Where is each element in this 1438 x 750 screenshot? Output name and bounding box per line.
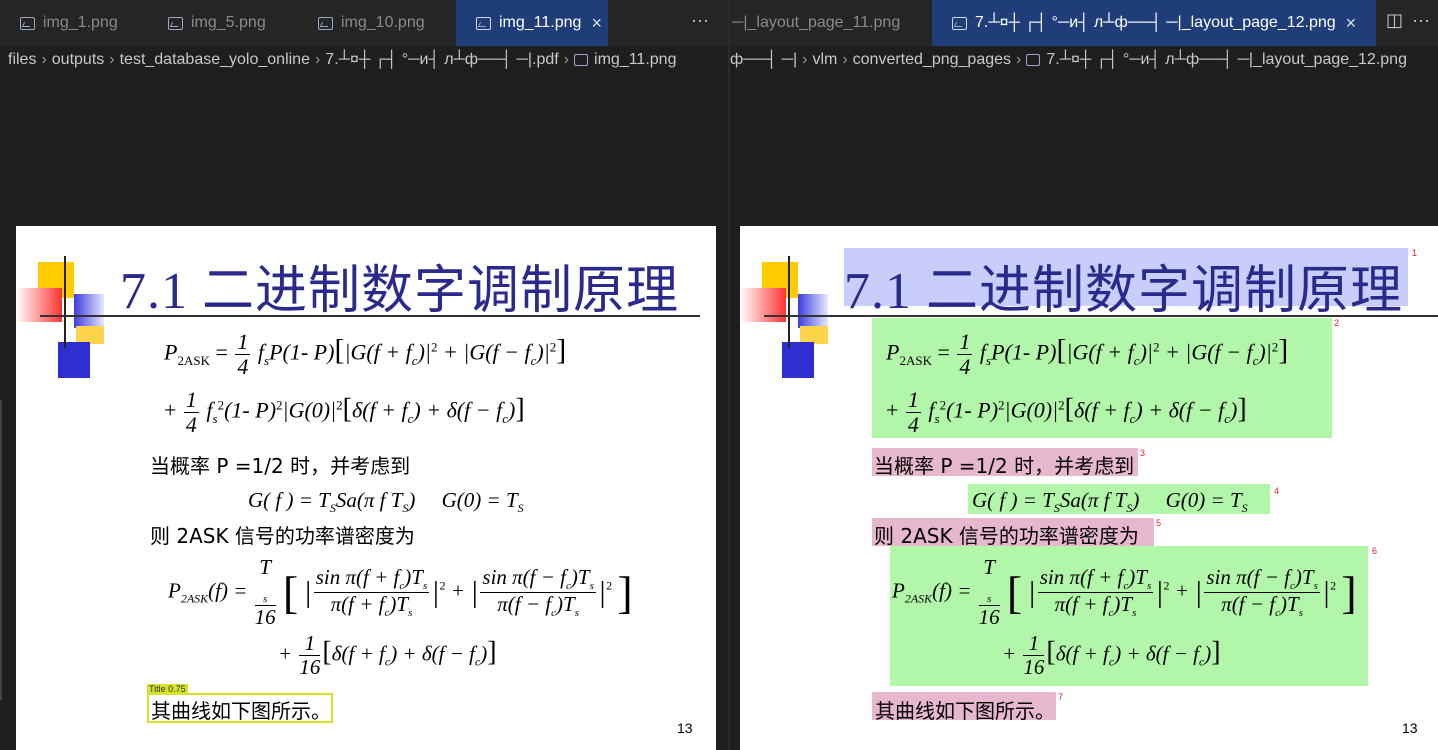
- equation-p2ask-line1: P2ASK = 14 fsP(1- P)[|G(f + fc)|2 + |G(f…: [164, 329, 567, 380]
- image-file-icon: [168, 16, 183, 30]
- scroll-edge: [0, 400, 6, 700]
- region-index: 1: [1412, 248, 1418, 258]
- equation-g-f: G( f ) = TSSa(π f TS) G(0) = TS: [248, 488, 524, 516]
- tab-label: img_1.png: [43, 14, 118, 31]
- image-file-icon: [952, 16, 967, 30]
- close-icon[interactable]: ×: [591, 13, 602, 34]
- slide-logo: [740, 226, 840, 386]
- breadcrumb-item[interactable]: img_11.png: [594, 51, 676, 69]
- tab-label: 7.┴¤┼ ┌┤ °─и┤ л┴ф──┤ ─|_layout_page_12.p…: [975, 14, 1336, 31]
- left-editor-pane: img_1.png img_5.png img_10.png img_11.pn…: [0, 0, 728, 750]
- region-index: 3: [1140, 448, 1146, 458]
- equation-p2ask-line1: P2ASK = 14 fsP(1- P)[|G(f + fc)|2 + |G(f…: [886, 329, 1289, 380]
- left-tab-bar: img_1.png img_5.png img_10.png img_11.pn…: [0, 0, 728, 46]
- equation-p2ask-line2: + 14 fs2(1- P)2|G(0)|2[δ(f + fc) + δ(f −…: [164, 387, 525, 438]
- region-index: 4: [1274, 486, 1280, 496]
- equation-psd-line1: P2ASK(f) = Ts 16 [ | sin π(f + fc)Ts π(f + …: [892, 555, 1357, 630]
- equation-psd-line2: + 1 16 [δ(f + fc) + δ(f − fc)]: [278, 631, 497, 680]
- equation-psd-line1: P2ASK(f) = Ts 16 [ | sin π(f + fc)Ts π(f + …: [168, 555, 633, 630]
- tab-layout-page-11[interactable]: ─|_layout_page_11.png: [730, 0, 932, 46]
- chevron-right-icon: ›: [563, 51, 570, 68]
- tab-img-5[interactable]: img_5.png: [148, 0, 298, 46]
- tab-img-11[interactable]: img_11.png ×: [456, 0, 608, 46]
- chevron-right-icon: ›: [314, 51, 321, 68]
- chevron-right-icon: ›: [1016, 51, 1022, 68]
- chevron-right-icon: ›: [109, 51, 115, 68]
- slide-text-probability: 当概率 P =1/2 时，并考虑到: [874, 454, 1135, 478]
- breadcrumb: files › outputs › test_database_yolo_onl…: [8, 46, 728, 74]
- breadcrumb-item[interactable]: outputs: [52, 51, 104, 69]
- split-editor-icon[interactable]: ◫: [1386, 10, 1403, 31]
- breadcrumb-item[interactable]: files: [8, 51, 36, 69]
- breadcrumb: ф──┤ ─| › vlm › converted_png_pages › 7.…: [730, 46, 1438, 74]
- breadcrumb-item[interactable]: vlm: [812, 51, 837, 69]
- more-actions-icon[interactable]: ···: [1412, 10, 1430, 31]
- tab-label: img_5.png: [191, 14, 266, 31]
- slide-text-psd: 则 2ASK 信号的功率谱密度为: [150, 524, 415, 548]
- tab-label: ─|_layout_page_11.png: [732, 14, 901, 31]
- region-index: 7: [1058, 692, 1064, 702]
- slide-text-curve: 其曲线如下图所示。: [151, 699, 331, 723]
- tab-label: img_10.png: [341, 14, 425, 31]
- image-file-icon: [20, 16, 35, 30]
- slide-text-probability: 当概率 P =1/2 时，并考虑到: [150, 454, 411, 478]
- breadcrumb-item[interactable]: test_database_yolo_online: [120, 51, 310, 69]
- chevron-right-icon: ›: [802, 51, 808, 68]
- right-editor-pane: ─|_layout_page_11.png 7.┴¤┼ ┌┤ °─и┤ л┴ф─…: [730, 0, 1438, 750]
- equation-p2ask-line2: + 14 fs2(1- P)2|G(0)|2[δ(f + fc) + δ(f −…: [886, 387, 1247, 438]
- breadcrumb-item[interactable]: 7.┴¤┼ ┌┤ °─и┤ л┴ф──┤ ─|.pdf: [325, 51, 558, 69]
- equation-psd-line2: + 1 16 [δ(f + fc) + δ(f − fc)]: [1002, 631, 1221, 680]
- region-index: 5: [1156, 518, 1162, 528]
- region-index: 6: [1372, 546, 1378, 556]
- image-file-icon: [476, 16, 491, 30]
- chevron-right-icon: ›: [41, 51, 47, 68]
- tab-label: img_11.png: [499, 14, 582, 31]
- image-file-icon: [574, 54, 589, 66]
- breadcrumb-item[interactable]: ф──┤ ─|: [730, 51, 797, 69]
- equation-g-f: G( f ) = TSSa(π f TS) G(0) = TS: [972, 488, 1248, 516]
- more-actions-icon[interactable]: ···: [691, 10, 709, 31]
- close-icon[interactable]: ×: [1346, 13, 1357, 34]
- slide-logo: [16, 226, 116, 386]
- tab-img-10[interactable]: img_10.png: [298, 0, 456, 46]
- breadcrumb-item[interactable]: converted_png_pages: [853, 51, 1011, 69]
- right-tab-bar: ─|_layout_page_11.png 7.┴¤┼ ┌┤ °─и┤ л┴ф─…: [730, 0, 1438, 46]
- chevron-right-icon: ›: [842, 51, 848, 68]
- tab-img-1[interactable]: img_1.png: [0, 0, 148, 46]
- slide-image-left: 7.1 二进制数字调制原理 P2ASK = 14 fsP(1- P)[|G(f …: [16, 226, 716, 750]
- page-number: 13: [677, 720, 693, 736]
- slide-title: 7.1 二进制数字调制原理: [120, 263, 680, 320]
- slide-text-psd: 则 2ASK 信号的功率谱密度为: [874, 524, 1139, 548]
- image-file-icon: [318, 16, 333, 30]
- slide-image-right: 1 2 3 4 5 6 7 7.1 二进制数字调制原理 P2ASK = 14 f…: [740, 226, 1438, 750]
- slide-title: 7.1 二进制数字调制原理: [844, 263, 1404, 320]
- slide-text-curve: 其曲线如下图所示。: [875, 699, 1055, 723]
- tab-layout-page-12[interactable]: 7.┴¤┼ ┌┤ °─и┤ л┴ф──┤ ─|_layout_page_12.p…: [932, 0, 1376, 46]
- breadcrumb-item[interactable]: 7.┴¤┼ ┌┤ °─и┤ л┴ф──┤ ─|_layout_page_12.p…: [1046, 51, 1407, 69]
- image-file-icon: [1026, 54, 1041, 66]
- page-number: 13: [1402, 720, 1418, 736]
